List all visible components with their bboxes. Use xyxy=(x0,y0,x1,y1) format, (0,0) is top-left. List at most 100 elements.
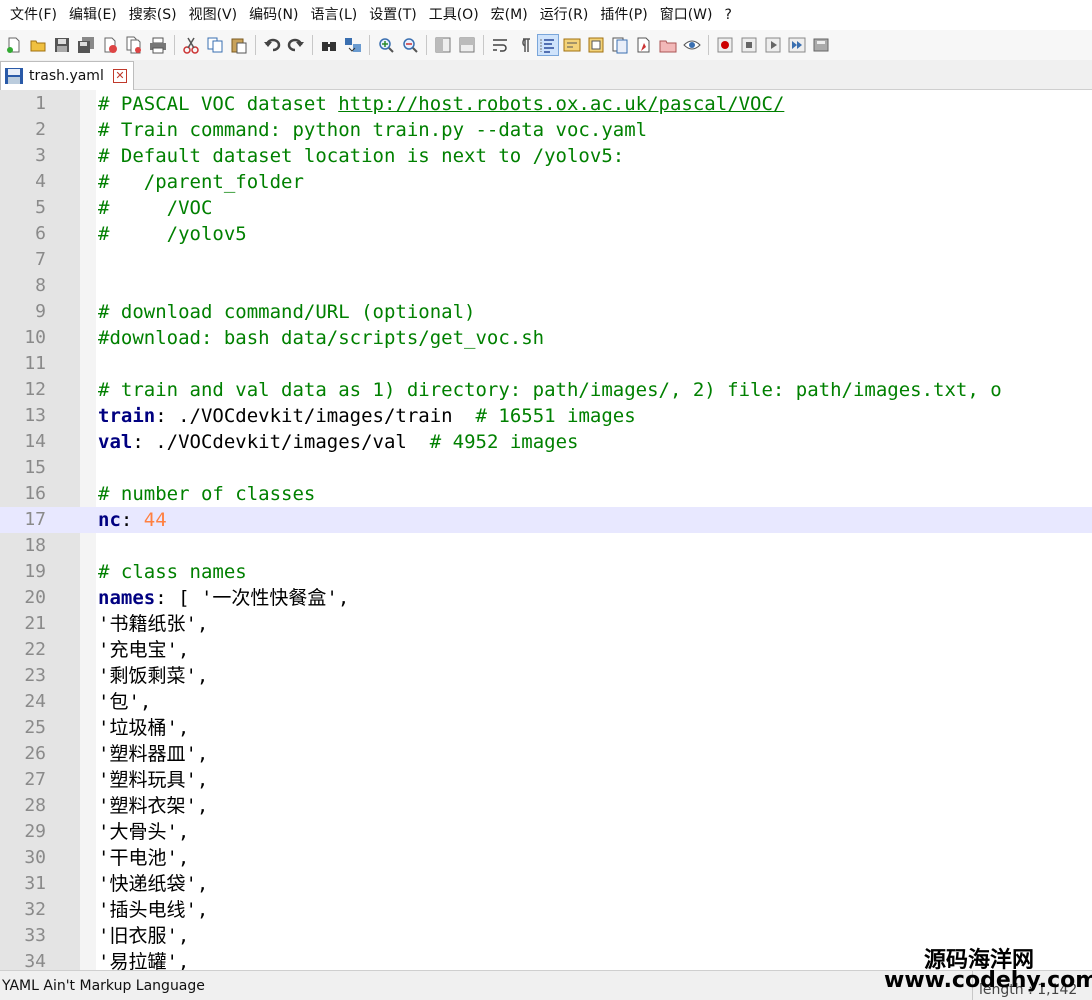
show-all-chars-icon[interactable] xyxy=(513,34,535,56)
code-line[interactable]: 32 '插头电线', xyxy=(0,897,1092,923)
open-file-icon[interactable] xyxy=(27,34,49,56)
save-macro-icon[interactable] xyxy=(810,34,832,56)
function-list-icon[interactable] xyxy=(609,34,631,56)
sync-horizontal-icon[interactable] xyxy=(456,34,478,56)
code-line[interactable]: 25 '垃圾桶', xyxy=(0,715,1092,741)
code-text: # PASCAL VOC dataset http://host.robots.… xyxy=(98,91,784,117)
code-text: train: ./VOCdevkit/images/train # 16551 … xyxy=(98,403,636,429)
code-line[interactable]: 27 '塑料玩具', xyxy=(0,767,1092,793)
token-str: '塑料器皿', xyxy=(98,743,209,765)
code-line[interactable]: 12 # train and val data as 1) directory: … xyxy=(0,377,1092,403)
menu-language[interactable]: 语言(L) xyxy=(305,0,364,30)
replace-icon[interactable] xyxy=(342,34,364,56)
code-line[interactable]: 24 '包', xyxy=(0,689,1092,715)
tab-label: trash.yaml xyxy=(29,68,104,84)
stop-record-icon[interactable] xyxy=(738,34,760,56)
menu-macro[interactable]: 宏(M) xyxy=(485,0,534,30)
menu-search[interactable]: 搜索(S) xyxy=(123,0,183,30)
code-line[interactable]: 15 xyxy=(0,455,1092,481)
menu-window[interactable]: 窗口(W) xyxy=(654,0,719,30)
record-macro-icon[interactable] xyxy=(714,34,736,56)
menu-edit[interactable]: 编辑(E) xyxy=(63,0,123,30)
sync-vertical-icon[interactable] xyxy=(432,34,454,56)
code-line[interactable]: 21 '书籍纸张', xyxy=(0,611,1092,637)
line-number: 2 xyxy=(35,119,46,140)
zoom-in-icon[interactable] xyxy=(375,34,397,56)
close-icon[interactable] xyxy=(99,34,121,56)
word-wrap-icon[interactable] xyxy=(489,34,511,56)
token-str: '塑料玩具', xyxy=(98,769,209,791)
code-line[interactable]: 19 # class names xyxy=(0,559,1092,585)
code-line[interactable]: 30 '干电池', xyxy=(0,845,1092,871)
code-line[interactable]: 4 # /parent_folder xyxy=(0,169,1092,195)
close-all-icon[interactable] xyxy=(123,34,145,56)
code-line[interactable]: 23 '剩饭剩菜', xyxy=(0,663,1092,689)
code-line[interactable]: 6 # /yolov5 xyxy=(0,221,1092,247)
menu-settings[interactable]: 设置(T) xyxy=(363,0,422,30)
zoom-out-icon[interactable] xyxy=(399,34,421,56)
print-icon[interactable] xyxy=(147,34,169,56)
line-number: 1 xyxy=(35,93,46,114)
code-line[interactable]: 9 # download command/URL (optional) xyxy=(0,299,1092,325)
code-line[interactable]: 20 names: [ '一次性快餐盒', xyxy=(0,585,1092,611)
code-line[interactable]: 13 train: ./VOCdevkit/images/train # 1655… xyxy=(0,403,1092,429)
code-editor[interactable]: 1 # PASCAL VOC dataset http://host.robots… xyxy=(0,90,1092,970)
toolbar-separator xyxy=(483,35,484,55)
eye-icon[interactable] xyxy=(681,34,703,56)
menu-help[interactable]: ? xyxy=(719,0,738,30)
code-line[interactable]: 29 '大骨头', xyxy=(0,819,1092,845)
token-key: train xyxy=(98,405,156,427)
menu-encoding[interactable]: 编码(N) xyxy=(243,0,304,30)
current-code-line[interactable]: 17 nc: 44 xyxy=(0,507,1092,533)
menu-view[interactable]: 视图(V) xyxy=(183,0,244,30)
code-line[interactable]: 5 # /VOC xyxy=(0,195,1092,221)
save-all-icon[interactable] xyxy=(75,34,97,56)
run-macro-multiple-icon[interactable] xyxy=(786,34,808,56)
line-number: 9 xyxy=(35,301,46,322)
code-line[interactable]: 18 xyxy=(0,533,1092,559)
find-icon[interactable] xyxy=(318,34,340,56)
folder-workspace-icon[interactable] xyxy=(633,34,655,56)
udl-icon[interactable] xyxy=(561,34,583,56)
token-str: '大骨头', xyxy=(98,821,190,843)
line-number: 23 xyxy=(24,665,46,686)
play-macro-icon[interactable] xyxy=(762,34,784,56)
code-line[interactable]: 10 #download: bash data/scripts/get_voc.s… xyxy=(0,325,1092,351)
save-icon[interactable] xyxy=(51,34,73,56)
code-text: # number of classes xyxy=(98,481,315,507)
tab-close-icon[interactable]: ✕ xyxy=(113,69,127,83)
code-line[interactable]: 2 # Train command: python train.py --data… xyxy=(0,117,1092,143)
tab-trash-yaml[interactable]: trash.yaml ✕ xyxy=(0,61,134,90)
new-file-icon[interactable] xyxy=(3,34,25,56)
token-key: nc xyxy=(98,509,121,531)
menu-plugins[interactable]: 插件(P) xyxy=(594,0,653,30)
redo-icon[interactable] xyxy=(285,34,307,56)
code-line[interactable]: 3 # Default dataset location is next to /… xyxy=(0,143,1092,169)
copy-icon[interactable] xyxy=(204,34,226,56)
code-line[interactable]: 26 '塑料器皿', xyxy=(0,741,1092,767)
code-line[interactable]: 7 xyxy=(0,247,1092,273)
code-line[interactable]: 8 xyxy=(0,273,1092,299)
menu-run[interactable]: 运行(R) xyxy=(534,0,595,30)
menu-tools[interactable]: 工具(O) xyxy=(423,0,485,30)
code-line[interactable]: 11 xyxy=(0,351,1092,377)
token-str: : xyxy=(120,509,144,531)
code-line[interactable]: 16 # number of classes xyxy=(0,481,1092,507)
menu-file[interactable]: 文件(F) xyxy=(4,0,63,30)
paste-icon[interactable] xyxy=(228,34,250,56)
undo-icon[interactable] xyxy=(261,34,283,56)
monitoring-icon[interactable] xyxy=(657,34,679,56)
code-line[interactable]: 31 '快递纸袋', xyxy=(0,871,1092,897)
code-line[interactable]: 22 '充电宝', xyxy=(0,637,1092,663)
code-line[interactable]: 1 # PASCAL VOC dataset http://host.robots… xyxy=(0,91,1092,117)
code-text: # class names xyxy=(98,559,247,585)
code-line[interactable]: 28 '塑料衣架', xyxy=(0,793,1092,819)
token-url[interactable]: http://host.robots.ox.ac.uk/pascal/VOC/ xyxy=(338,93,784,115)
indent-guide-icon[interactable] xyxy=(537,34,559,56)
line-number: 10 xyxy=(24,327,46,348)
code-text: # download command/URL (optional) xyxy=(98,299,476,325)
code-line[interactable]: 14 val: ./VOCdevkit/images/val # 4952 ima… xyxy=(0,429,1092,455)
doc-map-icon[interactable] xyxy=(585,34,607,56)
cut-icon[interactable] xyxy=(180,34,202,56)
line-number: 28 xyxy=(24,795,46,816)
